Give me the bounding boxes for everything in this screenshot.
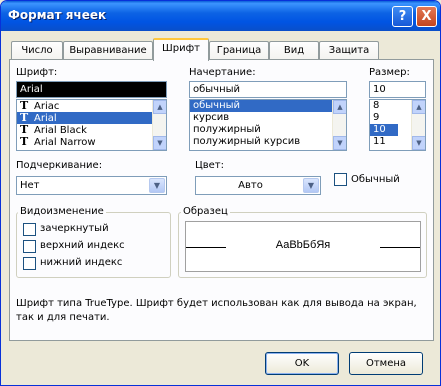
style-list[interactable]: обычный курсив полужирный полужирный кур… — [189, 99, 347, 151]
preview-baseline-left — [186, 247, 226, 248]
tab-border[interactable]: Граница — [209, 41, 269, 60]
color-select[interactable]: Авто ▼ — [195, 176, 321, 195]
style-list-item-selected[interactable]: обычный — [190, 100, 346, 112]
tab-number[interactable]: Число — [11, 41, 63, 60]
tab-protection[interactable]: Защита — [319, 41, 379, 60]
truetype-icon: T — [20, 135, 29, 148]
strikethrough-label: зачеркнутый — [40, 223, 109, 234]
normal-font-label: Обычный — [351, 174, 400, 185]
strikethrough-checkbox[interactable] — [23, 223, 36, 236]
font-description: Шрифт типа TrueType. Шрифт будет использ… — [16, 298, 417, 323]
chevron-down-icon[interactable]: ▼ — [149, 178, 165, 193]
scroll-down-icon[interactable]: ▼ — [333, 136, 346, 150]
preview-title: Образец — [181, 206, 230, 217]
font-input[interactable]: Arial — [16, 81, 167, 98]
style-list-item[interactable]: полужирный курсив — [190, 136, 346, 148]
close-button[interactable]: X — [416, 6, 437, 27]
normal-font-checkbox[interactable] — [334, 173, 347, 186]
font-list[interactable]: T Ariac T Arial T Arial Black T Arial Narrow… — [16, 99, 167, 151]
color-label: Цвет: — [195, 160, 225, 171]
scroll-up-icon[interactable]: ▲ — [412, 100, 425, 114]
style-list-item[interactable]: полужирный — [190, 124, 346, 136]
font-list-item-selected[interactable]: T Arial — [17, 112, 166, 124]
superscript-label: верхний индекс — [40, 240, 125, 251]
tab-font[interactable]: Шрифт — [153, 38, 209, 61]
preview-text: АаВbБбЯя — [275, 239, 331, 251]
chevron-down-icon[interactable]: ▼ — [303, 178, 319, 193]
scroll-up-icon[interactable]: ▲ — [333, 100, 346, 114]
style-input[interactable]: обычный — [189, 81, 347, 98]
scroll-down-icon[interactable]: ▼ — [412, 136, 425, 150]
size-input[interactable]: 10 — [369, 81, 426, 98]
tab-view[interactable]: Вид — [269, 41, 319, 60]
superscript-checkbox[interactable] — [23, 240, 36, 253]
cancel-button[interactable]: Отмена — [349, 352, 423, 375]
effects-title: Видоизменение — [18, 206, 106, 217]
font-label: Шрифт: — [16, 67, 58, 78]
color-value: Авто — [238, 180, 263, 191]
underline-value: Нет — [20, 180, 40, 191]
font-list-item[interactable]: T Arial Narrow — [17, 135, 166, 149]
font-list-scrollbar[interactable]: ▲ ▼ — [152, 100, 166, 150]
size-list-item-selected[interactable]: 10 — [370, 124, 398, 136]
underline-label: Подчеркивание: — [16, 160, 103, 171]
preview-box: АаВbБбЯя — [185, 221, 421, 272]
font-list-item[interactable]: T Arial Black — [17, 124, 166, 137]
dialog-title: Формат ячеек — [8, 8, 107, 22]
subscript-checkbox[interactable] — [23, 257, 36, 270]
format-cells-dialog: Формат ячеек ? X Число Выравнивание Шриф… — [0, 0, 441, 386]
tab-alignment[interactable]: Выравнивание — [63, 41, 153, 60]
title-bar[interactable]: Формат ячеек ? X — [1, 1, 440, 31]
size-label: Размер: — [369, 67, 410, 78]
scroll-up-icon[interactable]: ▲ — [153, 100, 166, 114]
font-list-item[interactable]: T Ariac — [17, 100, 166, 112]
style-label: Начертание: — [189, 67, 256, 78]
subscript-label: нижний индекс — [40, 257, 123, 268]
scroll-down-icon[interactable]: ▼ — [153, 136, 166, 150]
size-list-scrollbar[interactable]: ▲ ▼ — [411, 100, 425, 150]
style-list-item[interactable]: курсив — [190, 112, 346, 124]
style-list-scrollbar[interactable]: ▲ ▼ — [332, 100, 346, 150]
ok-button[interactable]: OK — [265, 352, 339, 375]
preview-baseline-right — [380, 247, 420, 248]
underline-select[interactable]: Нет ▼ — [16, 176, 167, 195]
help-button[interactable]: ? — [392, 6, 413, 27]
size-list[interactable]: 8 9 10 11 ▲ ▼ — [369, 99, 426, 151]
